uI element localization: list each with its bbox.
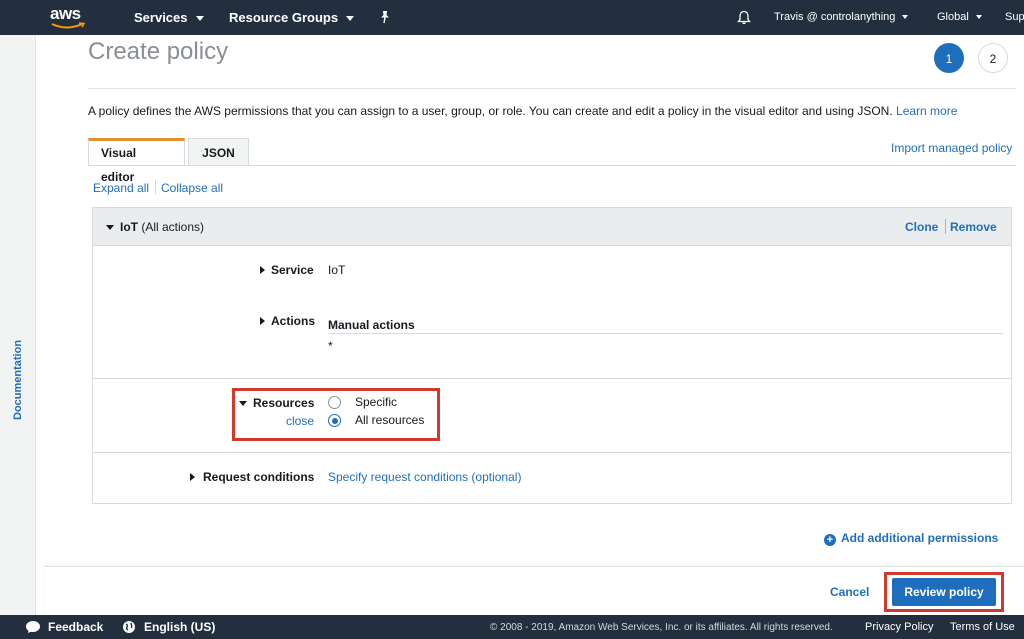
request-conditions-label[interactable]: Request conditions: [203, 470, 314, 484]
request-conditions-link[interactable]: Specify request conditions (optional): [328, 470, 521, 484]
service-section-label[interactable]: Service: [271, 263, 314, 277]
tab-visual-editor[interactable]: Visual editor: [88, 138, 185, 184]
policy-statement-header[interactable]: IoT (All actions) Clone Remove: [93, 208, 1011, 246]
intro-text: A policy defines the AWS permissions tha…: [88, 104, 957, 118]
actions-divider: [328, 333, 1003, 334]
specific-radio[interactable]: [328, 396, 341, 409]
expand-caret-icon[interactable]: [260, 266, 265, 274]
all-resources-radio-label[interactable]: All resources: [355, 413, 424, 427]
service-section-value: IoT: [328, 263, 346, 277]
service-scope: (All actions): [141, 220, 205, 234]
chevron-down-icon: [902, 15, 909, 20]
aws-logo[interactable]: aws: [50, 4, 90, 32]
chevron-down-icon: [975, 15, 982, 20]
region-menu[interactable]: Global: [937, 11, 982, 23]
support-menu[interactable]: Sup: [1005, 11, 1024, 23]
step-2-indicator: 2: [978, 43, 1008, 73]
review-policy-button[interactable]: Review policy: [892, 578, 996, 606]
chat-bubble-icon: [26, 621, 40, 633]
documentation-panel: [0, 35, 36, 615]
copyright-text: © 2008 - 2019, Amazon Web Services, Inc.…: [490, 622, 833, 633]
link-separator: [155, 180, 156, 194]
expand-caret-icon[interactable]: [260, 317, 265, 325]
page-title: Create policy: [88, 38, 229, 65]
add-permissions-button[interactable]: + Add additional permissions: [824, 531, 998, 546]
actions-wildcard: *: [328, 339, 333, 353]
privacy-policy-link[interactable]: Privacy Policy: [865, 621, 933, 633]
globe-icon: [123, 621, 135, 633]
expand-all-link[interactable]: Expand all: [93, 181, 149, 195]
feedback-button[interactable]: Feedback: [48, 620, 103, 634]
cancel-button[interactable]: Cancel: [830, 585, 869, 599]
chevron-down-icon: [195, 16, 204, 22]
remove-link[interactable]: Remove: [950, 220, 997, 234]
add-permissions-label: Add additional permissions: [841, 531, 999, 545]
resources-close-link[interactable]: close: [286, 414, 314, 428]
resources-section-label[interactable]: Resources: [253, 396, 314, 410]
footer: Feedback English (US) © 2008 - 2019, Ama…: [0, 615, 1024, 639]
plus-icon: +: [824, 534, 836, 546]
clone-link[interactable]: Clone: [905, 220, 938, 234]
resource-groups-label: Resource Groups: [229, 10, 339, 25]
expand-caret-icon[interactable]: [190, 473, 195, 481]
aws-logo-text: aws: [50, 4, 81, 23]
policy-statement-title: IoT (All actions): [120, 220, 204, 234]
language-selector[interactable]: English (US): [144, 620, 215, 634]
services-menu[interactable]: Services: [134, 10, 204, 25]
import-managed-policy-link[interactable]: Import managed policy: [891, 141, 1012, 155]
action-bar: [44, 566, 1024, 616]
user-menu[interactable]: Travis @ controlanything: [774, 11, 909, 23]
collapse-caret-icon[interactable]: [239, 401, 247, 406]
step-1-indicator: 1: [934, 43, 964, 73]
all-resources-radio[interactable]: [328, 414, 341, 427]
tab-json[interactable]: JSON: [188, 138, 249, 166]
service-name: IoT: [120, 220, 138, 234]
bell-icon[interactable]: [737, 10, 751, 25]
terms-of-use-link[interactable]: Terms of Use: [950, 621, 1015, 633]
documentation-toggle[interactable]: Documentation: [12, 340, 24, 420]
specific-radio-label[interactable]: Specific: [355, 395, 397, 409]
collapse-all-link[interactable]: Collapse all: [161, 181, 223, 195]
aws-smile-icon: [51, 22, 86, 29]
header-divider: [88, 88, 1016, 89]
section-divider: [93, 378, 1011, 379]
services-label: Services: [134, 10, 188, 25]
intro-description: A policy defines the AWS permissions tha…: [88, 104, 893, 118]
tab-divider: [88, 165, 1016, 166]
pin-icon[interactable]: [378, 10, 392, 24]
actions-section-value: Manual actions: [328, 318, 415, 332]
region-label: Global: [937, 11, 969, 23]
learn-more-link[interactable]: Learn more: [896, 104, 957, 118]
actions-section-label[interactable]: Actions: [271, 314, 315, 328]
policy-statement-panel: IoT (All actions) Clone Remove Service I…: [92, 207, 1012, 504]
top-nav: aws Services Resource Groups Travis @ co…: [0, 0, 1024, 35]
resource-groups-menu[interactable]: Resource Groups: [229, 10, 355, 25]
support-label: Sup: [1005, 11, 1024, 23]
section-divider: [93, 452, 1011, 453]
chevron-down-icon: [346, 16, 355, 22]
user-label: Travis @ controlanything: [774, 11, 896, 23]
collapse-caret-icon[interactable]: [106, 225, 114, 230]
link-separator: [945, 219, 946, 234]
